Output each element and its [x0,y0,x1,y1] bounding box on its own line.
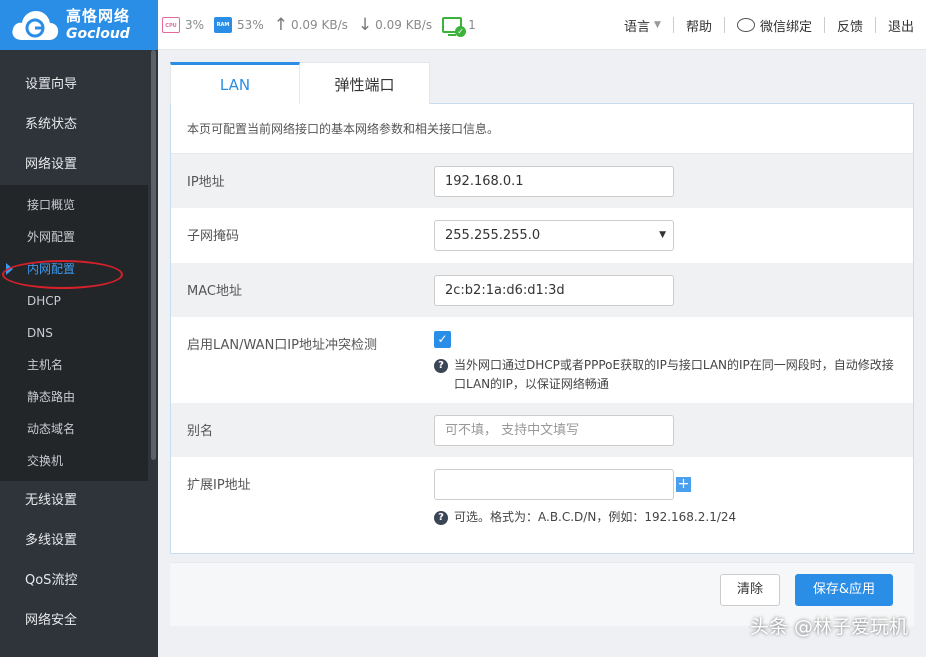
mask-row: 子网掩码 255.255.255.0 ▼ [171,208,913,263]
sidebar-item-static-route[interactable]: 静态路由 [0,381,148,413]
sidebar-scrollbar[interactable] [151,50,156,460]
mac-address-input[interactable]: 2c:b2:1a:d6:d1:3d [434,275,674,306]
upload-stat: ↑ 0.09 KB/s [273,14,348,35]
alias-input[interactable]: 可不填， 支持中文填写 [434,415,674,446]
conflict-detection-checkbox[interactable]: ✓ [434,331,451,348]
ram-icon: RAM [214,17,233,33]
upload-arrow-icon: ↑ [273,14,288,35]
brand-name-cn: 高恪网络 [66,7,131,25]
language-menu[interactable]: 语言 ▼ [612,16,673,35]
sidebar-item-hostname[interactable]: 主机名 [0,349,148,381]
sidebar: 设置向导 系统状态 网络设置 接口概览 外网配置 内网配置 DHCP DNS 主… [0,50,158,657]
subnet-mask-value: 255.255.255.0 [445,228,541,243]
mask-label: 子网掩码 [187,229,240,244]
alias-label: 别名 [187,424,214,439]
sidebar-item-dns[interactable]: DNS [0,317,148,349]
sidebar-item-setup-wizard[interactable]: 设置向导 [0,65,158,105]
sidebar-item-qos[interactable]: QoS流控 [0,561,158,601]
wechat-bind-label: 微信绑定 [759,19,812,35]
tab-elastic-port[interactable]: 弹性端口 [300,62,430,104]
download-stat: ↓ 0.09 KB/s [357,14,433,35]
ext-ip-input[interactable] [434,469,674,500]
brand-name-en: Gocloud [66,26,130,42]
sidebar-item-multiline[interactable]: 多线设置 [0,521,158,561]
sidebar-item-dhcp[interactable]: DHCP [0,285,148,317]
sidebar-item-system-status[interactable]: 系统状态 [0,105,158,145]
sidebar-item-interface-overview[interactable]: 接口概览 [0,189,148,221]
sidebar-item-network-settings[interactable]: 网络设置 [0,145,158,185]
mac-row: MAC地址 2c:b2:1a:d6:d1:3d [171,263,913,317]
mac-label: MAC地址 [187,284,242,299]
tab-bar: LAN 弹性端口 [170,62,914,104]
cpu-value: 3% [185,18,205,32]
download-arrow-icon: ↓ [357,14,373,35]
wechat-bind-link[interactable]: 微信绑定 [725,16,824,35]
sidebar-item-wan-config[interactable]: 外网配置 [0,221,148,253]
feedback-link[interactable]: 反馈 [825,16,875,35]
sidebar-item-wireless[interactable]: 无线设置 [0,481,158,521]
ram-value: 53% [237,18,264,32]
clear-button[interactable]: 清除 [720,574,780,606]
question-icon: ? [434,359,448,373]
save-apply-button[interactable]: 保存&应用 [795,574,893,606]
conflict-hint-text: 当外网口通过DHCP或者PPPoE获取的IP与接口LAN的IP在同一网段时，自动… [454,358,894,391]
add-ip-button[interactable]: + [676,477,691,492]
ip-address-input[interactable]: 192.168.0.1 [434,166,674,197]
annotation-circle [2,260,123,289]
main-content: LAN 弹性端口 本页可配置当前网络接口的基本网络参数和相关接口信息。 IP地址… [170,62,914,626]
ext-ip-hint-text: 可选。格式为：A.B.C.D/N，例如：192.168.2.1/24 [454,510,737,524]
devices-stat[interactable]: ✓ 1 [442,17,476,37]
language-label: 语言 [624,19,651,35]
ext-ip-row: 扩展IP地址 + ? 可选。格式为：A.B.C.D/N，例如：192.168.2… [171,457,913,553]
ext-ip-label: 扩展IP地址 [187,478,251,493]
ip-row: IP地址 192.168.0.1 [171,154,913,208]
conflict-hint: ? 当外网口通过DHCP或者PPPoE获取的IP与接口LAN的IP在同一网段时，… [434,356,904,394]
monitor-check-icon: ✓ [442,17,467,37]
ip-label: IP地址 [187,175,225,190]
watermark-text: 头条 @林子爱玩机 [749,616,908,638]
caret-down-icon: ▼ [654,20,661,30]
cpu-stat: CPU 3% [162,17,204,33]
ram-stat: RAM 53% [214,17,264,33]
upload-value: 0.09 KB/s [290,18,348,32]
subnet-mask-select[interactable]: 255.255.255.0 ▼ [434,220,674,251]
wechat-icon [736,18,755,32]
conflict-row: 启用LAN/WAN口IP地址冲突检测 ✓ ? 当外网口通过DHCP或者PPPoE… [171,317,913,403]
page-description: 本页可配置当前网络接口的基本网络参数和相关接口信息。 [171,104,913,154]
top-header: 高恪网络 Gocloud CPU 3% RAM 53% ↑ 0.09 KB/s … [0,0,926,50]
help-link[interactable]: 帮助 [674,16,724,35]
devices-count: 1 [468,18,476,32]
logout-link[interactable]: 退出 [876,16,926,35]
lan-settings-panel: 本页可配置当前网络接口的基本网络参数和相关接口信息。 IP地址 192.168.… [170,103,914,554]
network-submenu: 接口概览 外网配置 内网配置 DHCP DNS 主机名 静态路由 动态域名 交换… [0,185,148,481]
tab-lan[interactable]: LAN [170,62,300,104]
question-icon: ? [434,511,448,525]
top-nav: 语言 ▼ 帮助 微信绑定 反馈 退出 [612,0,926,50]
brand-logo[interactable]: 高恪网络 Gocloud [0,0,158,50]
status-bar: CPU 3% RAM 53% ↑ 0.09 KB/s ↓ 0.09 KB/s ✓… [162,0,486,50]
cpu-icon: CPU [162,17,180,33]
download-value: 0.09 KB/s [375,18,433,32]
alias-row: 别名 可不填， 支持中文填写 [171,403,913,457]
ext-ip-hint: ? 可选。格式为：A.B.C.D/N，例如：192.168.2.1/24 [434,508,736,527]
cloud-logo-icon [10,8,60,42]
sidebar-item-ddns[interactable]: 动态域名 [0,413,148,445]
sidebar-item-switch[interactable]: 交换机 [0,445,148,477]
conflict-label: 启用LAN/WAN口IP地址冲突检测 [187,338,377,353]
dropdown-arrow-icon: ▼ [659,230,666,240]
sidebar-item-security[interactable]: 网络安全 [0,601,158,641]
